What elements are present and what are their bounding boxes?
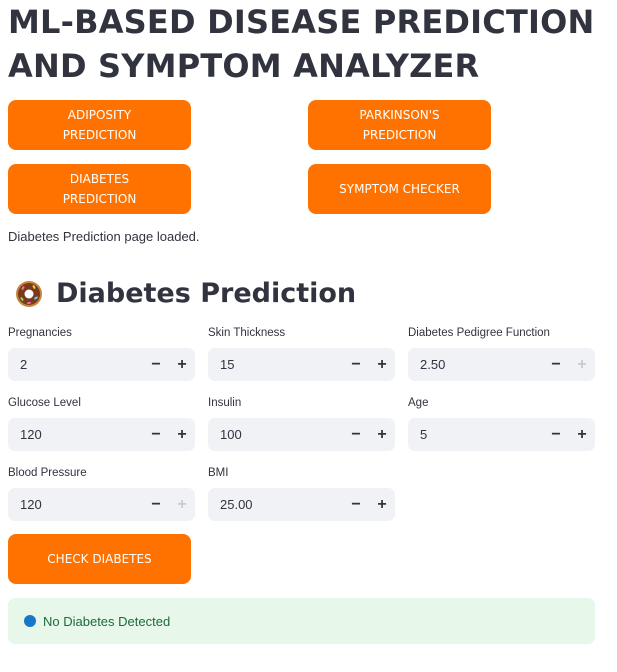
diabetes-prediction-button[interactable]: DIABETES PREDICTION [8, 164, 191, 214]
age-decrement-button[interactable]: − [543, 418, 569, 451]
bmi-decrement-button[interactable]: − [343, 488, 369, 521]
section-title: Diabetes Prediction [8, 276, 356, 312]
insulin-value[interactable]: 100 [208, 427, 343, 442]
dpf-increment-button[interactable]: + [569, 348, 595, 381]
parkinsons-prediction-button[interactable]: PARKINSON'S PREDICTION [308, 100, 491, 150]
age-increment-button[interactable]: + [569, 418, 595, 451]
dpf-input[interactable]: 2.50 − + [408, 348, 595, 381]
status-message: Diabetes Prediction page loaded. [8, 229, 200, 244]
glucose-label: Glucose Level [8, 397, 81, 409]
skin-thickness-label: Skin Thickness [208, 327, 286, 339]
glucose-input[interactable]: 120 − + [8, 418, 195, 451]
blood-pressure-decrement-button[interactable]: − [143, 488, 169, 521]
age-input[interactable]: 5 − + [408, 418, 595, 451]
app-title-line-1: ML-BASED DISEASE PREDICTION [8, 3, 595, 41]
bmi-increment-button[interactable]: + [369, 488, 395, 521]
insulin-decrement-button[interactable]: − [343, 418, 369, 451]
pregnancies-increment-button[interactable]: + [169, 348, 195, 381]
result-alert: No Diabetes Detected [8, 598, 595, 644]
app-title: ML-BASED DISEASE PREDICTION AND SYMPTOM … [8, 0, 608, 88]
blood-pressure-label: Blood Pressure [8, 467, 87, 479]
glucose-decrement-button[interactable]: − [143, 418, 169, 451]
symptom-checker-button[interactable]: SYMPTOM CHECKER [308, 164, 491, 214]
skin-thickness-decrement-button[interactable]: − [343, 348, 369, 381]
dpf-value[interactable]: 2.50 [408, 357, 543, 372]
insulin-input[interactable]: 100 − + [208, 418, 395, 451]
dpf-label: Diabetes Pedigree Function [408, 327, 550, 339]
pregnancies-decrement-button[interactable]: − [143, 348, 169, 381]
blood-pressure-input[interactable]: 120 − + [8, 488, 195, 521]
section-title-text: Diabetes Prediction [56, 278, 357, 309]
result-text: No Diabetes Detected [43, 613, 171, 629]
check-diabetes-button[interactable]: CHECK DIABETES [8, 534, 191, 584]
blue-circle-icon [24, 615, 36, 627]
donut-icon [16, 281, 42, 307]
bmi-label: BMI [208, 467, 229, 479]
insulin-label: Insulin [208, 397, 242, 409]
bmi-input[interactable]: 25.00 − + [208, 488, 395, 521]
blood-pressure-increment-button[interactable]: + [169, 488, 195, 521]
insulin-increment-button[interactable]: + [369, 418, 395, 451]
skin-thickness-input[interactable]: 15 − + [208, 348, 395, 381]
bmi-value[interactable]: 25.00 [208, 497, 343, 512]
pregnancies-label: Pregnancies [8, 327, 72, 339]
dpf-decrement-button[interactable]: − [543, 348, 569, 381]
pregnancies-value[interactable]: 2 [8, 357, 143, 372]
blood-pressure-value[interactable]: 120 [8, 497, 143, 512]
age-value[interactable]: 5 [408, 427, 543, 442]
skin-thickness-increment-button[interactable]: + [369, 348, 395, 381]
glucose-value[interactable]: 120 [8, 427, 143, 442]
age-label: Age [408, 397, 429, 409]
adiposity-prediction-button[interactable]: ADIPOSITY PREDICTION [8, 100, 191, 150]
skin-thickness-value[interactable]: 15 [208, 357, 343, 372]
app-title-line-2: AND SYMPTOM ANALYZER [8, 47, 480, 85]
glucose-increment-button[interactable]: + [169, 418, 195, 451]
pregnancies-input[interactable]: 2 − + [8, 348, 195, 381]
